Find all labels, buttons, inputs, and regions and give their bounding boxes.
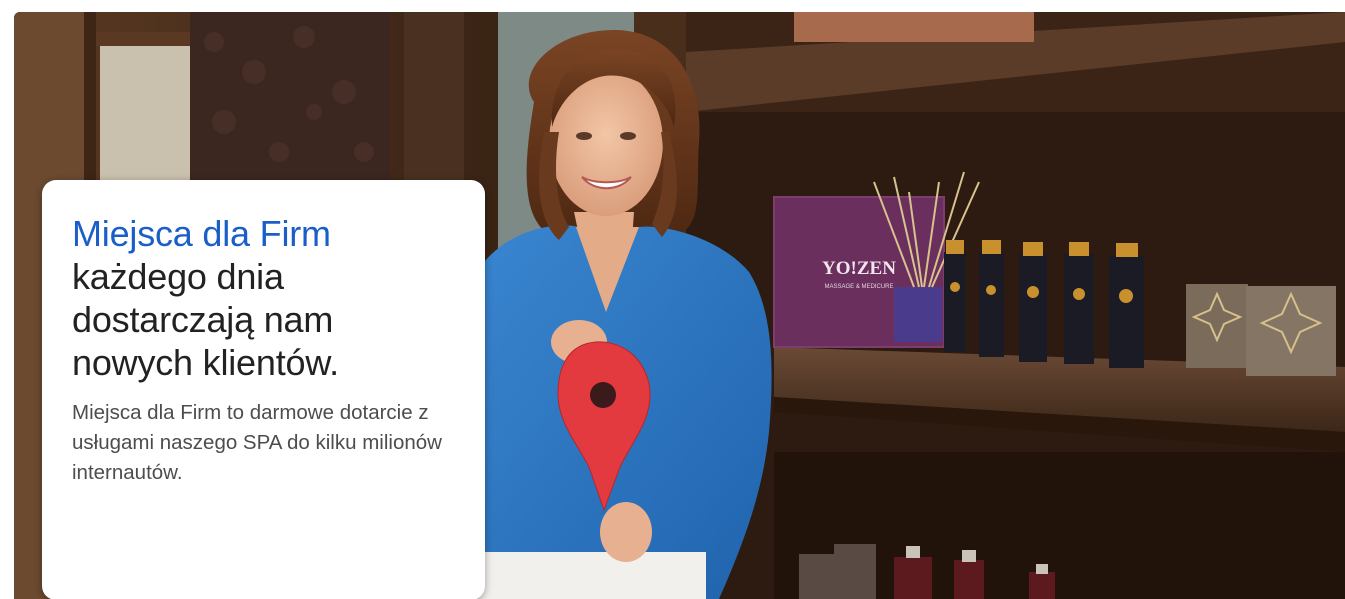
promo-headline: Miejsca dla Firm każdego dnia dostarczaj… [72, 212, 455, 384]
headline-rest: każdego dnia dostarczają nam nowych klie… [72, 256, 339, 383]
headline-accent: Miejsca dla Firm [72, 213, 331, 254]
hero-banner: YO!ZEN MASSAGE & MEDICURE Miejsca dla Fi… [14, 12, 1345, 599]
bag-brand: YO!ZEN [822, 258, 896, 279]
bag-subtitle: MASSAGE & MEDICURE [824, 284, 893, 290]
promo-callout: Miejsca dla Firm każdego dnia dostarczaj… [42, 180, 485, 599]
promo-body: Miejsca dla Firm to darmowe dotarcie z u… [72, 401, 442, 484]
